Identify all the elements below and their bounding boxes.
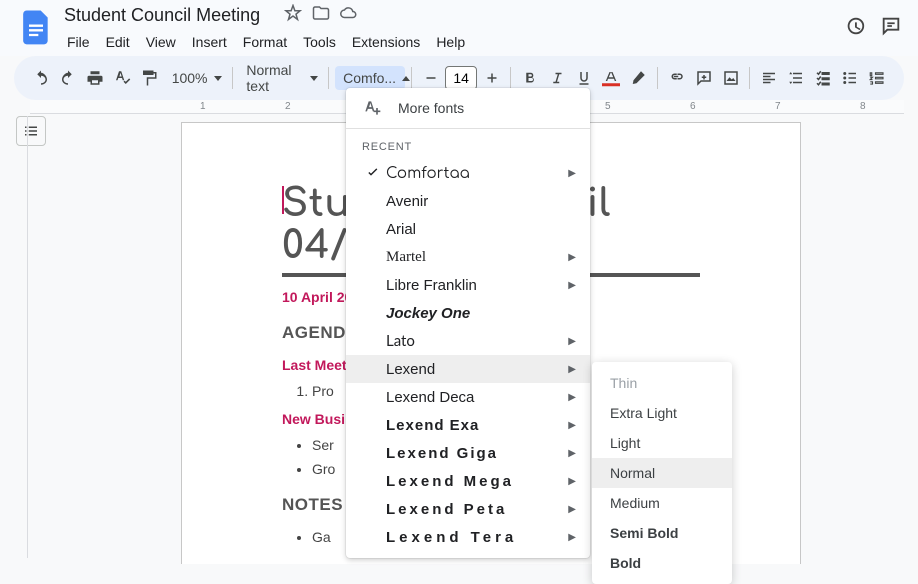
more-fonts-button[interactable]: More fonts	[346, 88, 590, 129]
font-weight-menu: ThinExtra LightLightNormalMediumSemi Bol…	[592, 362, 732, 584]
weight-light[interactable]: Light	[592, 428, 732, 458]
menu-format[interactable]: Format	[236, 30, 294, 54]
menu-view[interactable]: View	[139, 30, 183, 54]
font-item-lexend-tera[interactable]: Lexend Tera▶	[346, 523, 590, 551]
font-menu: More fonts RECENT Comfortaa▶AvenirArialM…	[346, 88, 590, 558]
undo-button[interactable]	[28, 64, 53, 92]
font-item-lexend-mega[interactable]: Lexend Mega▶	[346, 467, 590, 495]
weight-normal[interactable]: Normal	[592, 458, 732, 488]
align-button[interactable]	[756, 64, 781, 92]
vertical-ruler	[14, 116, 28, 558]
font-item-jockey-one[interactable]: Jockey One	[346, 299, 590, 327]
cloud-icon[interactable]	[340, 4, 358, 27]
history-icon[interactable]	[844, 15, 866, 42]
style-dropdown[interactable]: Normal text	[238, 58, 322, 98]
menu-bar: FileEditViewInsertFormatToolsExtensionsH…	[60, 30, 472, 54]
weight-extralight[interactable]: Extra Light	[592, 398, 732, 428]
menu-help[interactable]: Help	[429, 30, 472, 54]
text-cursor	[282, 186, 284, 214]
docs-logo[interactable]	[16, 8, 56, 48]
font-item-lexend-peta[interactable]: Lexend Peta▶	[346, 495, 590, 523]
text-color-button[interactable]	[599, 64, 624, 92]
zoom-dropdown[interactable]: 100%	[164, 66, 226, 90]
checklist-button[interactable]	[810, 64, 835, 92]
font-item-avenir[interactable]: Avenir	[346, 187, 590, 215]
highlight-button[interactable]	[626, 64, 651, 92]
recent-label: RECENT	[346, 129, 590, 159]
font-item-comfortaa[interactable]: Comfortaa▶	[346, 159, 590, 187]
add-comment-button[interactable]	[691, 64, 716, 92]
font-item-martel[interactable]: Martel▶	[346, 243, 590, 271]
document-title[interactable]: Student Council Meeting	[60, 3, 264, 28]
spellcheck-button[interactable]	[109, 64, 134, 92]
numbered-list-button[interactable]	[865, 64, 890, 92]
font-item-lexend[interactable]: Lexend▶	[346, 355, 590, 383]
print-button[interactable]	[82, 64, 107, 92]
font-item-lexend-giga[interactable]: Lexend Giga▶	[346, 439, 590, 467]
link-button[interactable]	[664, 64, 689, 92]
weight-medium[interactable]: Medium	[592, 488, 732, 518]
weight-bold[interactable]: Bold	[592, 548, 732, 578]
weight-thin[interactable]: Thin	[592, 368, 732, 398]
font-item-libre-franklin[interactable]: Libre Franklin▶	[346, 271, 590, 299]
font-item-lato[interactable]: Lato▶	[346, 327, 590, 355]
font-size-input[interactable]	[445, 66, 477, 90]
menu-extensions[interactable]: Extensions	[345, 30, 427, 54]
menu-file[interactable]: File	[60, 30, 97, 54]
menu-tools[interactable]: Tools	[296, 30, 343, 54]
font-item-lexend-exa[interactable]: Lexend Exa▶	[346, 411, 590, 439]
star-icon[interactable]	[284, 4, 302, 27]
menu-edit[interactable]: Edit	[99, 30, 137, 54]
font-item-lexend-deca[interactable]: Lexend Deca▶	[346, 383, 590, 411]
font-dropdown[interactable]: Comfo...	[335, 66, 405, 90]
header-bar: Student Council Meeting FileEditViewInse…	[0, 0, 918, 56]
image-button[interactable]	[718, 64, 743, 92]
move-icon[interactable]	[312, 4, 330, 27]
bullet-list-button[interactable]	[838, 64, 863, 92]
comment-icon[interactable]	[880, 15, 902, 42]
font-item-arial[interactable]: Arial	[346, 215, 590, 243]
line-spacing-button[interactable]	[783, 64, 808, 92]
weight-semibold[interactable]: Semi Bold	[592, 518, 732, 548]
menu-insert[interactable]: Insert	[185, 30, 234, 54]
paint-format-button[interactable]	[137, 64, 162, 92]
font-item-lexend-zetta[interactable]: Lexend Zetta▶	[346, 551, 590, 558]
redo-button[interactable]	[55, 64, 80, 92]
